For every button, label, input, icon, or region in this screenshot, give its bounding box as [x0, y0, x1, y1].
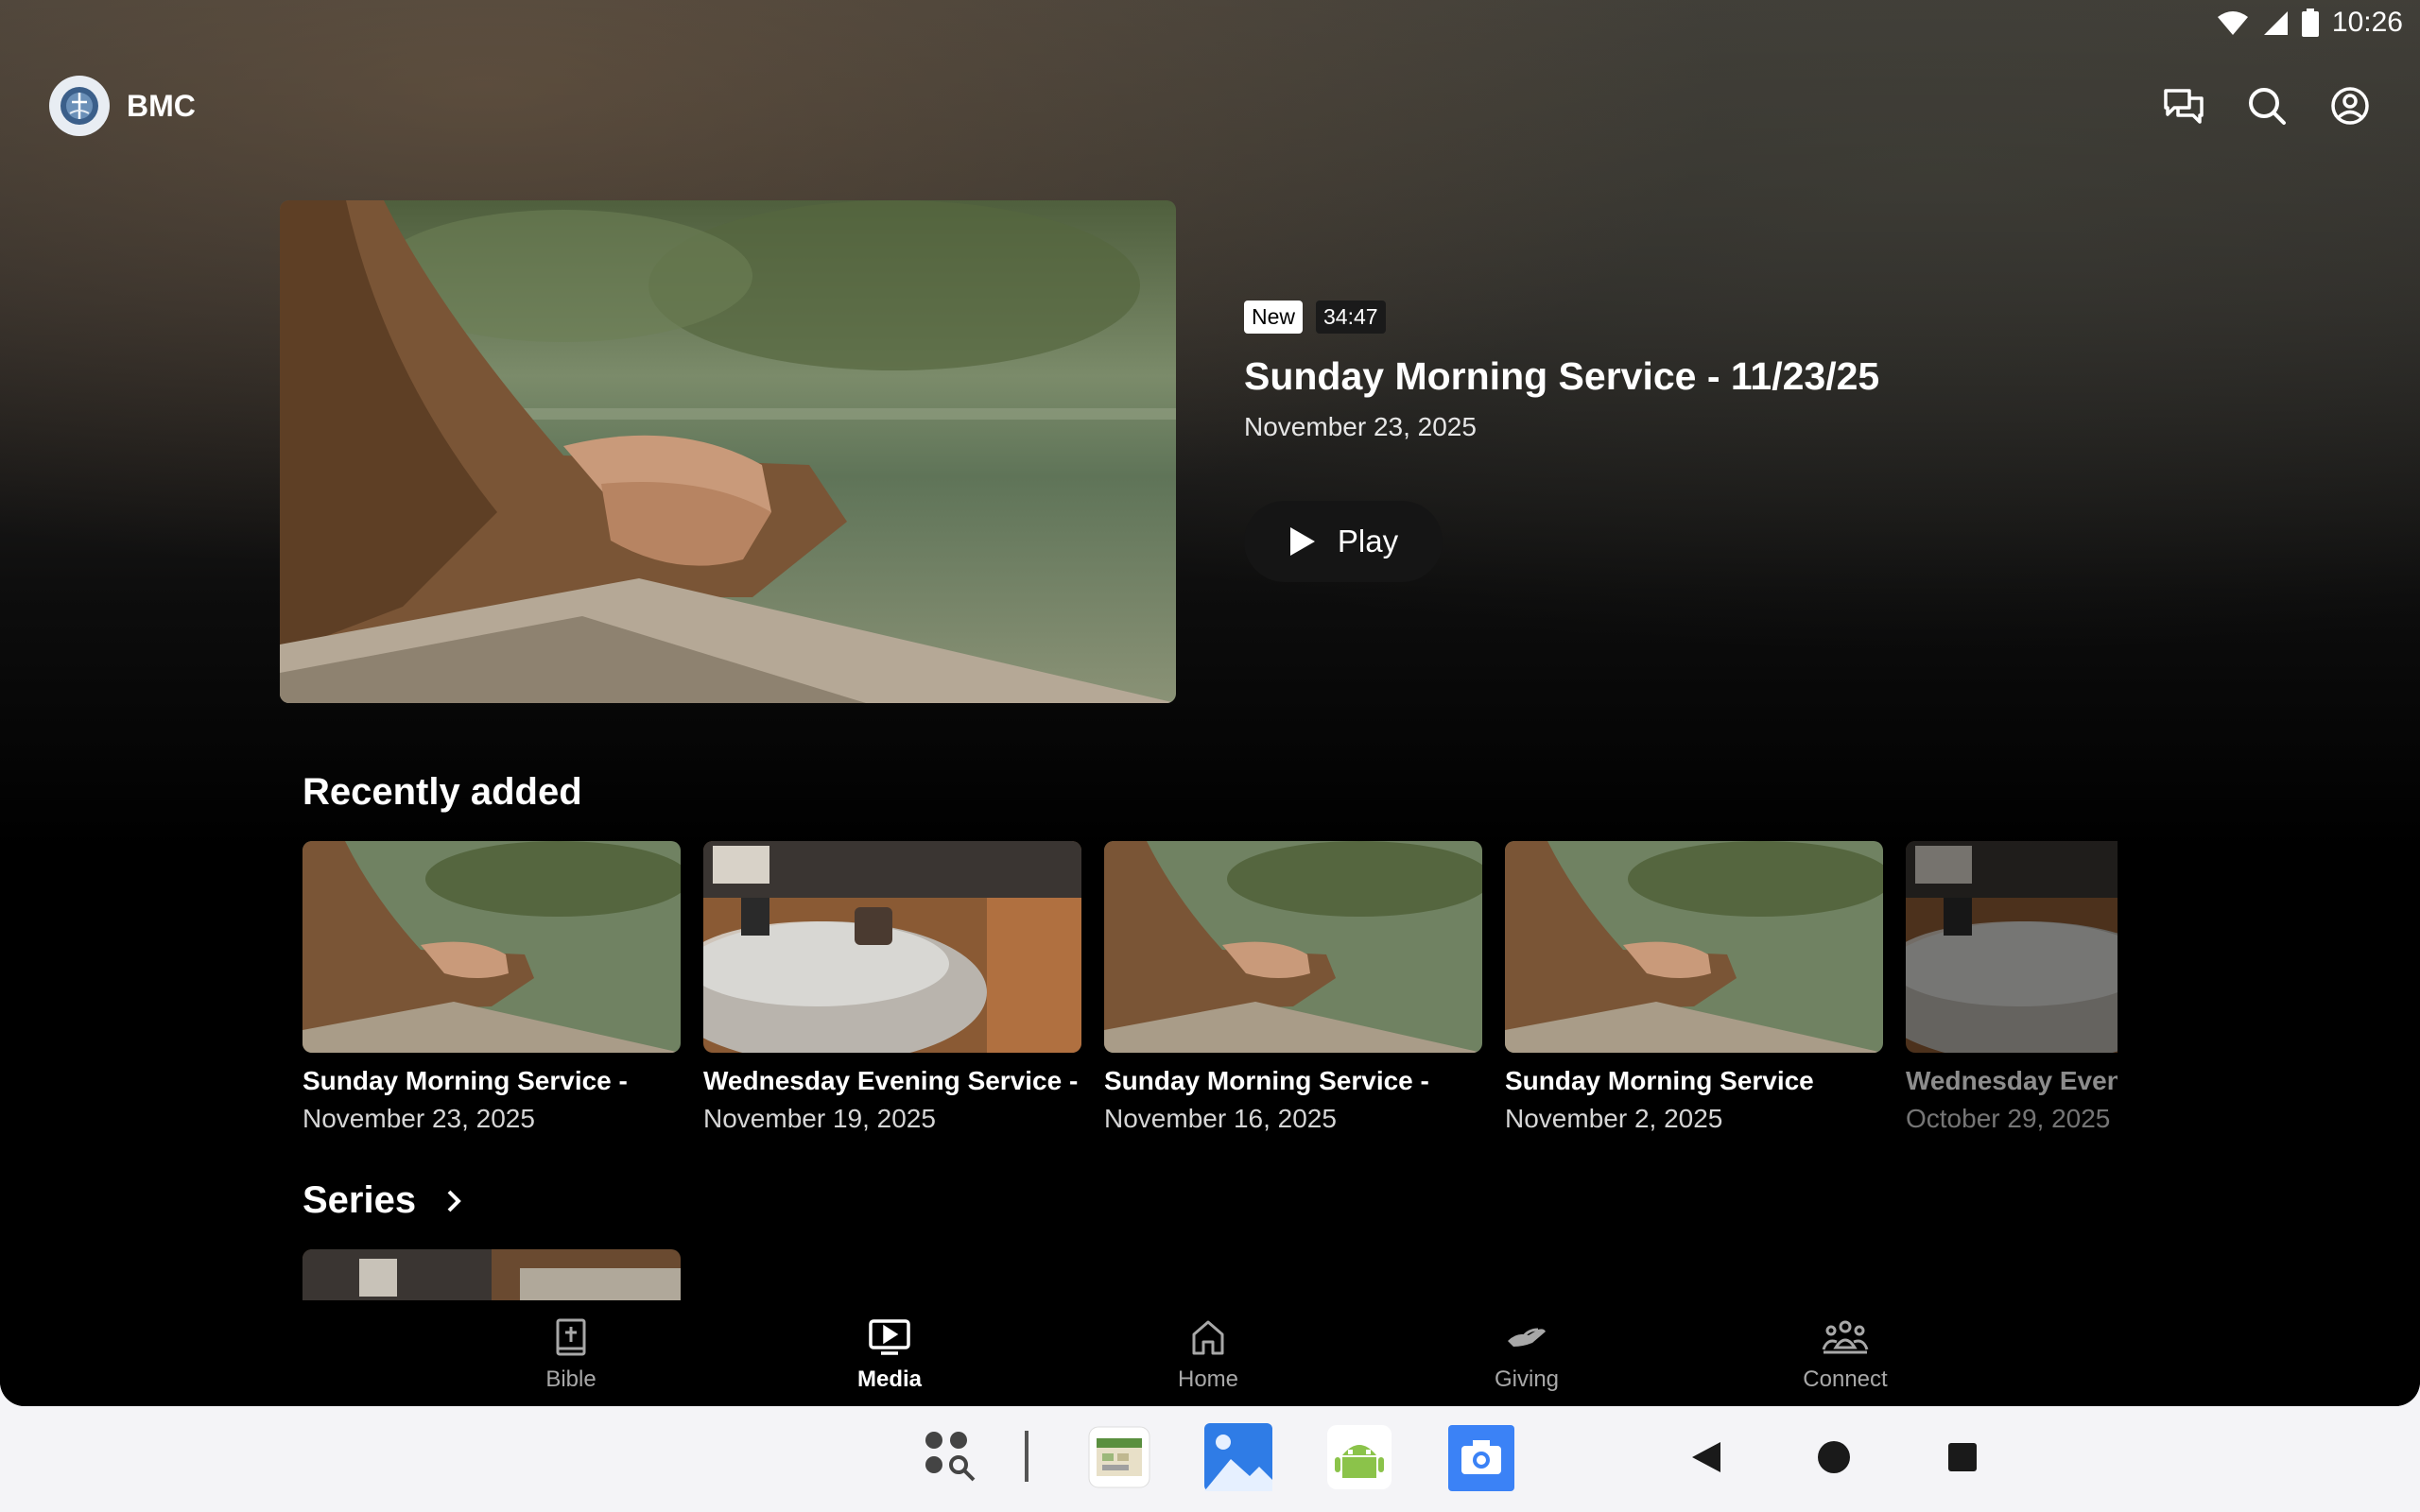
chevron-right-icon: [447, 1190, 461, 1211]
app-bar: BMC: [49, 74, 2371, 138]
chat-button[interactable]: [2163, 85, 2204, 127]
bottom-navigation: Bible Media Home Giving Connect: [0, 1302, 2420, 1406]
recents-button[interactable]: [1947, 1442, 1978, 1477]
media-card[interactable]: Sunday Morning Service November 2, 2025: [1505, 841, 1883, 1134]
card-thumbnail: [1104, 841, 1482, 1053]
nav-media[interactable]: Media: [795, 1315, 984, 1393]
status-bar: 10:26: [2217, 0, 2420, 45]
back-button[interactable]: [1690, 1440, 1722, 1479]
media-card[interactable]: Wednesday Even October 29, 2025: [1906, 841, 2118, 1134]
nav-label: Home: [1177, 1366, 1239, 1392]
series-heading-link[interactable]: Series: [302, 1179, 463, 1222]
giving-icon: [1508, 1328, 1546, 1347]
media-icon: [869, 1319, 910, 1355]
featured-title: Sunday Morning Service - 11/23/25: [1244, 354, 1880, 398]
nav-bible[interactable]: Bible: [476, 1315, 666, 1393]
camera-app-icon: [1448, 1425, 1514, 1491]
calendar-app[interactable]: [1085, 1423, 1153, 1496]
card-thumbnail: [1906, 841, 2118, 1053]
card-date: November 19, 2025: [703, 1104, 936, 1133]
connect-icon: [1822, 1320, 1869, 1354]
nav-label: Giving: [1494, 1366, 1560, 1392]
home-icon: [1192, 1320, 1224, 1355]
camera-app[interactable]: [1446, 1423, 1516, 1498]
featured-info: New 34:47 Sunday Morning Service - 11/23…: [1244, 301, 1879, 582]
card-thumbnail: [302, 841, 681, 1053]
recently-added-heading: Recently added: [302, 771, 582, 813]
recents-icon: [1948, 1443, 1977, 1471]
gallery-app-icon: [1204, 1423, 1272, 1491]
duration-badge: 34:47: [1316, 301, 1386, 334]
series-card-thumbnail[interactable]: [302, 1249, 681, 1300]
card-date: November 2, 2025: [1505, 1104, 1723, 1133]
nav-label: Bible: [545, 1366, 596, 1392]
card-title: Wednesday Evening Service -: [703, 1066, 1079, 1095]
card-date: October 29, 2025: [1906, 1104, 2111, 1133]
gallery-app[interactable]: [1202, 1421, 1274, 1498]
new-badge: New: [1244, 301, 1304, 334]
media-card[interactable]: Sunday Morning Service - November 23, 20…: [302, 841, 681, 1134]
android-app-icon: [1327, 1425, 1392, 1489]
play-label: Play: [1337, 524, 1399, 558]
back-icon: [1692, 1442, 1720, 1472]
card-title: Sunday Morning Service: [1505, 1066, 1814, 1095]
calendar-app-icon: [1088, 1426, 1150, 1488]
nav-home[interactable]: Home: [1114, 1315, 1303, 1393]
recently-added-rail[interactable]: Sunday Morning Service - November 23, 20…: [302, 841, 2118, 1143]
wifi-icon: [2217, 11, 2248, 35]
series-heading: Series: [302, 1179, 417, 1221]
battery-icon: [2301, 9, 2319, 37]
home-nav-button[interactable]: [1817, 1440, 1851, 1479]
app-drawer-icon: [925, 1432, 976, 1482]
signal-icon: [2263, 11, 2288, 35]
play-icon: [1289, 527, 1315, 556]
media-card[interactable]: Sunday Morning Service - November 16, 20…: [1104, 841, 1482, 1134]
status-time: 10:26: [2331, 7, 2403, 38]
card-date: November 23, 2025: [302, 1104, 535, 1133]
card-title: Wednesday Even: [1906, 1066, 2118, 1095]
card-thumbnail: [1505, 841, 1883, 1053]
account-button[interactable]: [2329, 85, 2371, 127]
featured-thumbnail[interactable]: [280, 200, 1176, 703]
search-button[interactable]: [2246, 85, 2288, 127]
chat-icon: [2164, 89, 2204, 124]
nav-label: Connect: [1803, 1366, 1888, 1392]
media-card[interactable]: Wednesday Evening Service - November 19,…: [703, 841, 1081, 1134]
bible-icon: [556, 1318, 586, 1356]
nav-label: Media: [856, 1366, 922, 1392]
nav-giving[interactable]: Giving: [1432, 1315, 1621, 1393]
featured-date: November 23, 2025: [1244, 412, 1477, 441]
app-name: BMC: [127, 88, 196, 123]
card-title: Sunday Morning Service -: [302, 1066, 628, 1095]
nav-connect[interactable]: Connect: [1751, 1315, 1940, 1393]
home-nav-icon: [1818, 1441, 1850, 1473]
system-taskbar: [0, 1406, 2420, 1512]
card-title: Sunday Morning Service -: [1104, 1066, 1429, 1095]
app-logo[interactable]: [49, 76, 110, 136]
card-date: November 16, 2025: [1104, 1104, 1337, 1133]
account-icon: [2331, 87, 2369, 125]
play-button[interactable]: Play: [1244, 501, 1443, 582]
app-screen: 10:26 BMC New 34:47 Sunday Morning Servi…: [0, 0, 2420, 1406]
taskbar-divider: [1025, 1431, 1028, 1482]
android-app[interactable]: [1325, 1423, 1393, 1496]
card-thumbnail: [703, 841, 1081, 1053]
search-icon: [2249, 88, 2286, 125]
church-logo-icon: [60, 87, 98, 125]
app-drawer-button[interactable]: [923, 1429, 977, 1488]
